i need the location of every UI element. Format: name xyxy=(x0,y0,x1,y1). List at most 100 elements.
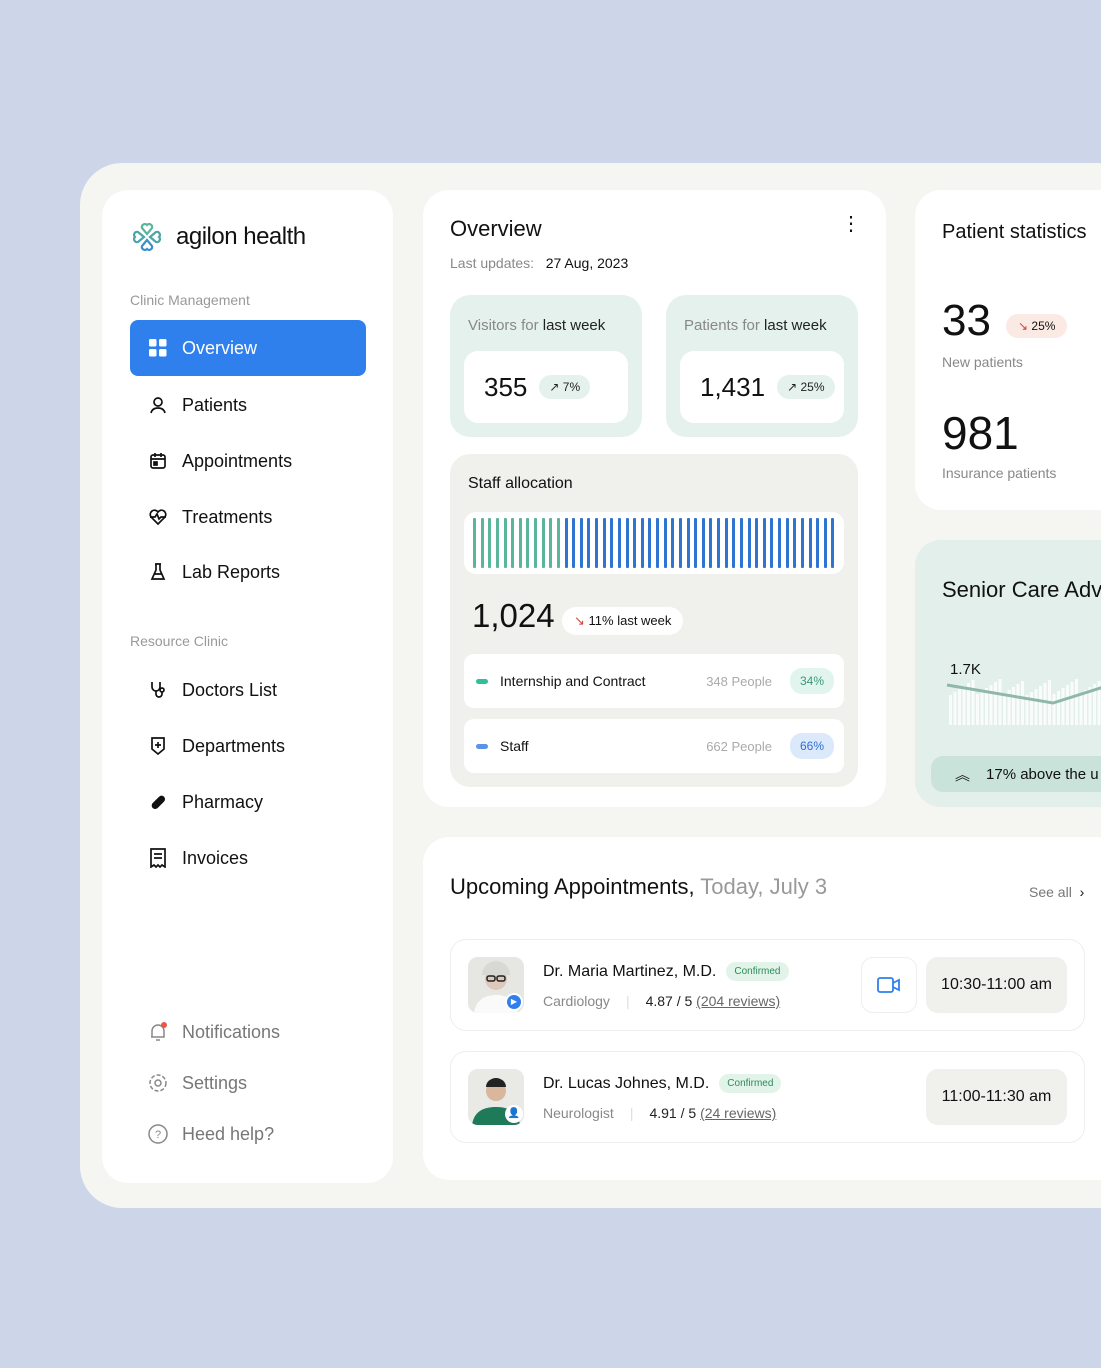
appointment-time: 11:00-11:30 am xyxy=(926,1069,1067,1125)
bar-staff xyxy=(778,518,781,568)
doctor-name: Dr. Maria Martinez, M.D. xyxy=(543,962,717,980)
new-patients-change: ↘ 25% xyxy=(1006,314,1068,338)
sidebar-item-label: Departments xyxy=(182,735,286,756)
spark-bar xyxy=(962,686,966,725)
sidebar-item-help[interactable]: ? Heed help? xyxy=(130,1106,366,1162)
bar-staff xyxy=(579,518,583,568)
spark-bar xyxy=(998,679,1002,725)
sidebar-item-label: Patients xyxy=(182,394,248,415)
spark-bar xyxy=(1061,688,1065,725)
spark-bar xyxy=(1016,684,1020,725)
spark-bar xyxy=(1084,690,1087,725)
bar-staff xyxy=(617,518,621,568)
bar-staff xyxy=(747,518,751,568)
bar-staff xyxy=(724,518,728,568)
sidebar-item-overview[interactable]: Overview xyxy=(130,320,366,376)
video-badge-icon: ▶ xyxy=(505,993,523,1011)
bar-internship xyxy=(480,518,484,568)
see-all-link[interactable]: See all › xyxy=(1029,884,1084,900)
appointment-row[interactable]: ▶ Dr. Maria Martinez, M.D. Confirmed Card… xyxy=(450,939,1085,1031)
doctor-rating: 4.87 / 5 (204 reviews) xyxy=(645,993,781,1009)
spark-bar xyxy=(1057,691,1060,725)
appointment-row[interactable]: 👤 Dr. Lucas Johnes, M.D. Confirmed Neurol… xyxy=(450,1051,1085,1143)
bar-staff xyxy=(572,518,576,568)
spark-bar xyxy=(994,682,997,725)
sidebar-item-pharmacy[interactable]: Pharmacy xyxy=(130,774,366,830)
bar-staff xyxy=(755,518,759,568)
overview-title: Overview xyxy=(450,216,542,241)
calendar-icon xyxy=(148,451,168,471)
appointments-title: Upcoming Appointments, Today, July 3 xyxy=(450,874,828,899)
sidebar-item-lab-reports[interactable]: Lab Reports xyxy=(130,544,366,600)
heart-pulse-icon xyxy=(148,507,168,527)
arrow-up-right-icon: ↗ xyxy=(787,380,798,394)
bar-internship xyxy=(534,518,537,568)
sidebar-item-label: Notifications xyxy=(182,1021,281,1042)
last-updates: Last updates: 27 Aug, 2023 xyxy=(450,255,628,271)
sidebar-item-treatments[interactable]: Treatments xyxy=(130,489,366,545)
agilon-logo-icon xyxy=(133,223,161,251)
bar-staff xyxy=(633,518,637,568)
section-resource-clinic: Resource Clinic xyxy=(130,633,229,649)
sidebar-item-notifications[interactable]: Notifications xyxy=(130,1004,366,1060)
doctor-department: Neurologist xyxy=(543,1105,614,1121)
bar-internship xyxy=(526,518,530,568)
insurance-patients-value: 981 xyxy=(942,407,1019,459)
bar-staff xyxy=(808,518,812,568)
patients-card: Patients for last week 1,431 ↗ 25% xyxy=(666,295,858,437)
spark-bar xyxy=(985,688,988,725)
spark-bar xyxy=(949,695,952,725)
shield-plus-icon xyxy=(148,736,168,756)
spark-bar xyxy=(1030,692,1033,725)
more-menu-icon[interactable]: ⋮ xyxy=(841,214,861,234)
bar-staff xyxy=(694,518,698,568)
bar-staff xyxy=(709,518,713,568)
sidebar: agilon health Clinic Management Overview… xyxy=(102,190,393,1183)
doctor-department: Cardiology xyxy=(543,993,610,1009)
sidebar-item-invoices[interactable]: Invoices xyxy=(130,830,366,886)
arrow-up-right-icon: ↗ xyxy=(549,380,560,394)
bar-staff xyxy=(564,518,568,568)
appointments-panel: Upcoming Appointments, Today, July 3 See… xyxy=(423,837,1101,1180)
sidebar-item-label: Doctors List xyxy=(182,679,278,700)
legend-swatch-internship xyxy=(476,678,488,684)
in-person-badge-icon: 👤 xyxy=(505,1105,523,1123)
sidebar-item-label: Overview xyxy=(182,337,258,358)
sidebar-item-doctors-list[interactable]: Doctors List xyxy=(130,662,366,718)
sidebar-item-appointments[interactable]: Appointments xyxy=(130,433,366,489)
sidebar-item-settings[interactable]: Settings xyxy=(130,1055,366,1111)
bar-staff xyxy=(762,518,766,568)
bar-internship xyxy=(511,518,515,568)
spark-bar xyxy=(1066,685,1069,725)
status-badge: Confirmed xyxy=(719,1074,782,1093)
new-patients-value: 33 xyxy=(942,296,991,345)
bar-internship xyxy=(473,518,476,568)
bar-staff xyxy=(800,518,804,568)
bar-staff xyxy=(686,518,690,568)
reviews-link[interactable]: (24 reviews) xyxy=(700,1105,776,1121)
bell-icon xyxy=(148,1022,168,1042)
bar-internship xyxy=(495,518,499,568)
video-call-button[interactable] xyxy=(861,957,917,1013)
svg-text:?: ? xyxy=(155,1129,161,1141)
last-updates-date: 27 Aug, 2023 xyxy=(545,255,629,271)
bar-staff xyxy=(610,518,614,568)
sidebar-item-patients[interactable]: Patients xyxy=(130,377,366,433)
reviews-link[interactable]: (204 reviews) xyxy=(696,993,780,1009)
spark-bar xyxy=(1012,687,1015,725)
visitors-card: Visitors for last week 355 ↗ 7% xyxy=(450,295,642,437)
spark-bar xyxy=(958,689,961,725)
brand-logo[interactable]: agilon health xyxy=(130,220,306,254)
sidebar-item-departments[interactable]: Departments xyxy=(130,718,366,774)
sidebar-item-label: Lab Reports xyxy=(182,561,281,582)
staff-allocation-bar xyxy=(464,512,844,574)
video-camera-icon xyxy=(877,977,900,993)
bar-staff xyxy=(770,518,774,568)
patients-change-badge: ↗ 25% xyxy=(777,375,835,399)
insurance-patients-label: Insurance patients xyxy=(942,465,1057,481)
sidebar-item-label: Treatments xyxy=(182,506,273,527)
bar-staff xyxy=(595,518,598,568)
new-patients-label: New patients xyxy=(942,354,1023,370)
spark-bar xyxy=(976,694,979,725)
bar-staff xyxy=(739,518,743,568)
